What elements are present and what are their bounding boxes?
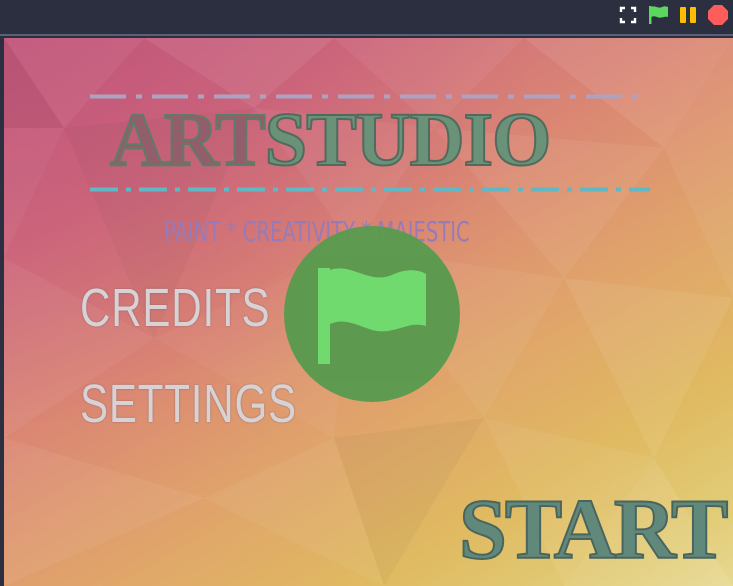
green-flag-start-overlay-button[interactable] (284, 226, 460, 402)
stop-icon (708, 5, 728, 25)
pause-icon (680, 7, 696, 23)
green-flag-icon (649, 6, 668, 24)
green-flag-icon (318, 268, 426, 364)
fullscreen-icon (619, 6, 637, 24)
game-stage[interactable]: ARTSTUDIO PAINT * CREATIVITY * MAJESTIC … (4, 38, 733, 586)
player-controls (617, 4, 729, 26)
pause-button[interactable] (677, 4, 699, 26)
player-header (0, 0, 733, 36)
fullscreen-button[interactable] (617, 4, 639, 26)
stop-button[interactable] (707, 4, 729, 26)
green-flag-button[interactable] (647, 4, 669, 26)
